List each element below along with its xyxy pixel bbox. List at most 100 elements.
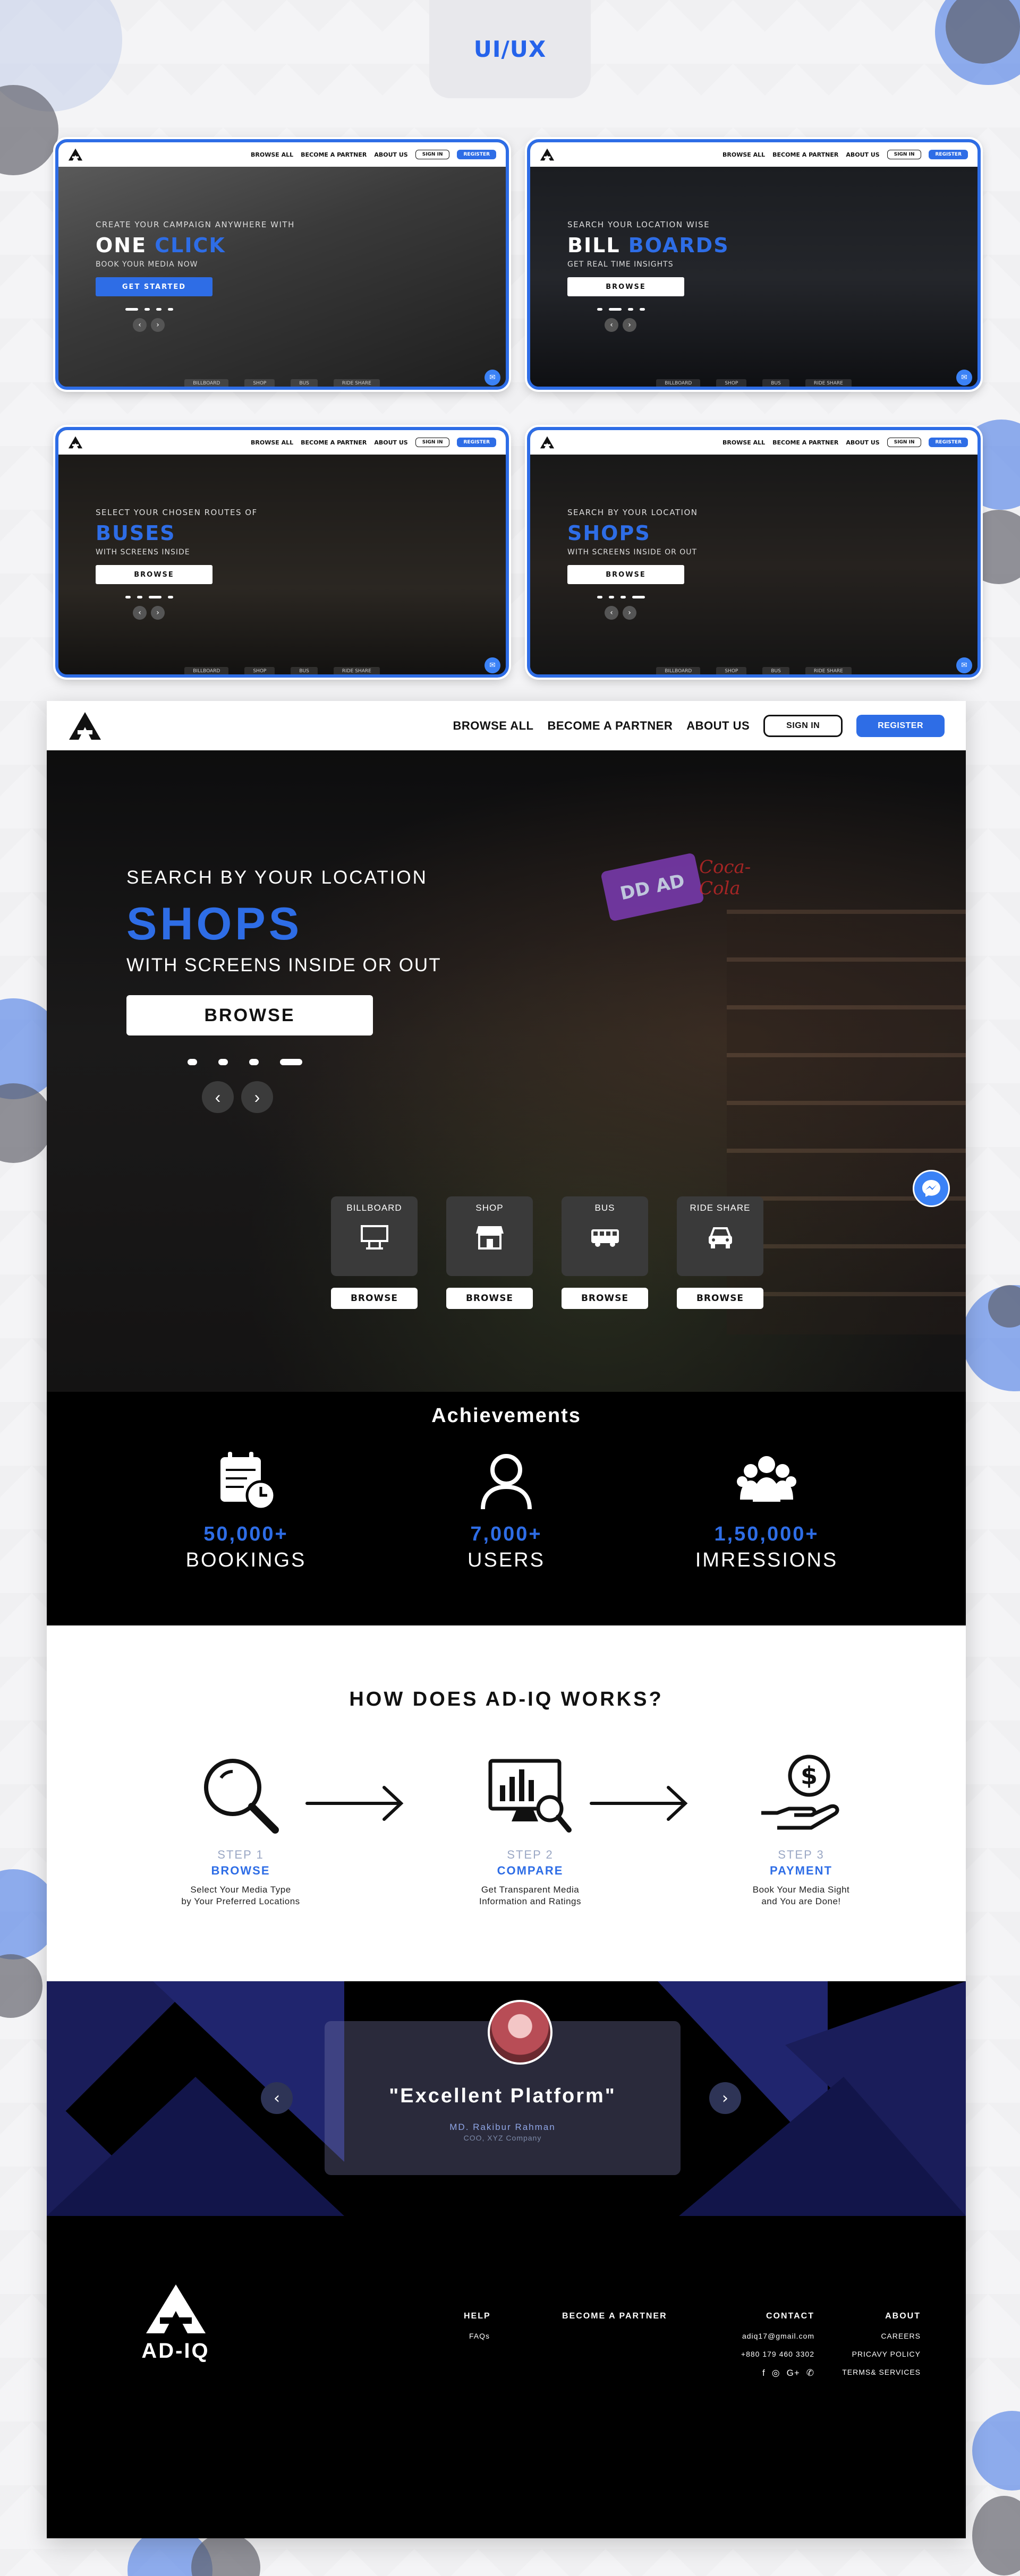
nav-browse-all[interactable]: BROWSE ALL	[453, 719, 533, 733]
hero-browse-button[interactable]: BROWSE	[126, 995, 373, 1035]
footer-email[interactable]: adiq17@gmail.com	[719, 2332, 814, 2340]
nav-become-partner[interactable]: BECOME A PARTNER	[772, 151, 838, 158]
carousel-dot[interactable]	[168, 308, 173, 311]
chevron-left-icon[interactable]: ‹	[133, 606, 147, 620]
nav-become-partner[interactable]: BECOME A PARTNER	[301, 151, 367, 158]
carousel-dot[interactable]	[609, 596, 614, 598]
register-button[interactable]: REGISTER	[457, 438, 496, 447]
carousel-dot[interactable]	[628, 308, 633, 311]
preview-category-tab[interactable]: BILLBOARD	[656, 379, 701, 387]
category-browse-button[interactable]: BROWSE	[677, 1288, 763, 1309]
preview-cta-button[interactable]: BROWSE	[567, 277, 684, 296]
carousel-dot[interactable]	[168, 596, 173, 598]
preview-category-tab[interactable]: BUS	[291, 379, 318, 387]
chevron-right-icon[interactable]: ›	[623, 606, 636, 620]
preview-category-tab[interactable]: SHOP	[716, 667, 747, 674]
sign-in-button[interactable]: SIGN IN	[887, 150, 922, 159]
preview-category-tab[interactable]: BUS	[762, 667, 789, 674]
preview-category-tab[interactable]: BUS	[762, 379, 789, 387]
chevron-right-icon[interactable]: ›	[151, 606, 165, 620]
category-tile[interactable]: RIDE SHARE	[677, 1196, 763, 1276]
category-tile[interactable]: BUS	[562, 1196, 648, 1276]
nav-about-us[interactable]: ABOUT US	[846, 439, 879, 446]
nav-browse-all[interactable]: BROWSE ALL	[251, 151, 293, 158]
footer-faqs-link[interactable]: FAQs	[464, 2332, 491, 2340]
preview-category-tab[interactable]: RIDE SHARE	[333, 667, 380, 674]
nav-about-us[interactable]: ABOUT US	[846, 151, 879, 158]
whatsapp-icon[interactable]: ✆	[806, 2368, 814, 2378]
chevron-right-icon[interactable]: ›	[709, 2082, 741, 2114]
category-browse-button[interactable]: BROWSE	[562, 1288, 648, 1309]
messenger-icon[interactable]	[913, 1170, 950, 1207]
messenger-icon[interactable]: ✉	[956, 657, 972, 673]
nav-about-us[interactable]: ABOUT US	[374, 151, 407, 158]
carousel-dot[interactable]	[632, 596, 645, 598]
carousel-dot[interactable]	[620, 596, 626, 598]
carousel-dot[interactable]	[609, 308, 622, 311]
carousel-dot[interactable]	[188, 1059, 197, 1065]
preview-category-tab[interactable]: BILLBOARD	[656, 667, 701, 674]
sign-in-button[interactable]: SIGN IN	[763, 714, 843, 737]
carousel-dot[interactable]	[597, 308, 602, 311]
preview-category-tab[interactable]: RIDE SHARE	[333, 379, 380, 387]
footer-careers-link[interactable]: CAREERS	[833, 2332, 921, 2340]
preview-category-tab[interactable]: BUS	[291, 667, 318, 674]
chevron-left-icon[interactable]: ‹	[261, 2082, 293, 2114]
nav-become-partner[interactable]: BECOME A PARTNER	[548, 719, 673, 733]
preview-category-tab[interactable]: SHOP	[244, 667, 275, 674]
preview-cta-button[interactable]: BROWSE	[567, 565, 684, 584]
carousel-dot[interactable]	[144, 308, 150, 311]
chevron-left-icon[interactable]: ‹	[605, 318, 618, 332]
preview-cta-button[interactable]: BROWSE	[96, 565, 212, 584]
category-browse-button[interactable]: BROWSE	[331, 1288, 418, 1309]
chevron-left-icon[interactable]: ‹	[202, 1081, 234, 1113]
carousel-dot[interactable]	[597, 596, 602, 598]
carousel-dot[interactable]	[640, 308, 645, 311]
nav-browse-all[interactable]: BROWSE ALL	[722, 151, 765, 158]
messenger-icon[interactable]: ✉	[956, 370, 972, 386]
footer-partner-link[interactable]: BECOME A PARTNER	[562, 2312, 667, 2321]
nav-browse-all[interactable]: BROWSE ALL	[251, 439, 293, 446]
preview-category-tab[interactable]: BILLBOARD	[184, 667, 229, 674]
messenger-icon[interactable]: ✉	[484, 370, 500, 386]
sign-in-button[interactable]: SIGN IN	[415, 438, 450, 447]
register-button[interactable]: REGISTER	[457, 150, 496, 159]
preview-category-tab[interactable]: BILLBOARD	[184, 379, 229, 387]
preview-cta-button[interactable]: GET STARTED	[96, 277, 212, 296]
sign-in-button[interactable]: SIGN IN	[415, 150, 450, 159]
register-button[interactable]: REGISTER	[929, 150, 968, 159]
chevron-right-icon[interactable]: ›	[151, 318, 165, 332]
nav-browse-all[interactable]: BROWSE ALL	[722, 439, 765, 446]
category-tile[interactable]: BILLBOARD	[331, 1196, 418, 1276]
sign-in-button[interactable]: SIGN IN	[887, 438, 922, 447]
carousel-dot[interactable]	[149, 596, 162, 598]
carousel-dot[interactable]	[137, 596, 142, 598]
preview-category-tab[interactable]: RIDE SHARE	[805, 667, 852, 674]
chevron-right-icon[interactable]: ›	[623, 318, 636, 332]
carousel-dot[interactable]	[249, 1059, 259, 1065]
carousel-dot[interactable]	[218, 1059, 228, 1065]
nav-about-us[interactable]: ABOUT US	[686, 719, 750, 733]
register-button[interactable]: REGISTER	[856, 714, 945, 737]
carousel-dot[interactable]	[125, 596, 131, 598]
chevron-left-icon[interactable]: ‹	[133, 318, 147, 332]
nav-become-partner[interactable]: BECOME A PARTNER	[301, 439, 367, 446]
footer-terms-link[interactable]: TERMS& SERVICES	[833, 2368, 921, 2376]
preview-category-tab[interactable]: SHOP	[716, 379, 747, 387]
register-button[interactable]: REGISTER	[929, 438, 968, 447]
chevron-right-icon[interactable]: ›	[241, 1081, 273, 1113]
category-browse-button[interactable]: BROWSE	[446, 1288, 533, 1309]
carousel-dot[interactable]	[156, 308, 162, 311]
footer-privacy-link[interactable]: PRICAVY POLICY	[833, 2350, 921, 2358]
google-plus-icon[interactable]: G+	[787, 2368, 800, 2378]
carousel-dot-active[interactable]	[280, 1059, 302, 1065]
carousel-dot[interactable]	[125, 308, 138, 311]
chevron-left-icon[interactable]: ‹	[605, 606, 618, 620]
adiq-logo-icon[interactable]	[68, 711, 102, 741]
category-tile[interactable]: SHOP	[446, 1196, 533, 1276]
footer-logo[interactable]: AD-IQ	[132, 2282, 219, 2363]
preview-category-tab[interactable]: RIDE SHARE	[805, 379, 852, 387]
facebook-icon[interactable]: f	[762, 2368, 766, 2378]
messenger-icon[interactable]: ✉	[484, 657, 500, 673]
preview-category-tab[interactable]: SHOP	[244, 379, 275, 387]
